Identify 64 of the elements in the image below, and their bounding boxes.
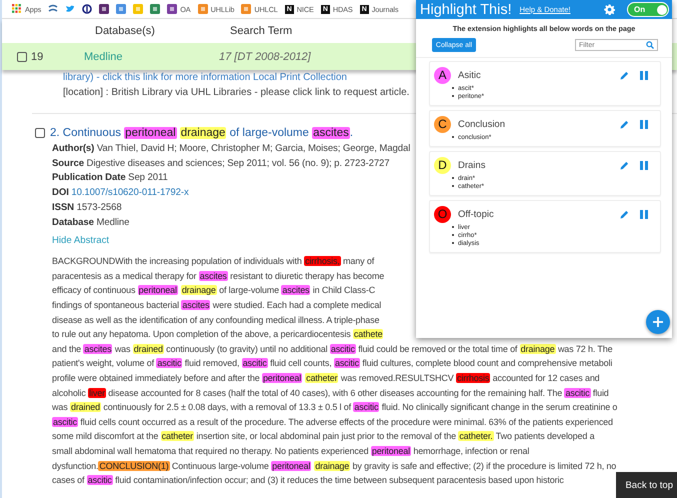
field-value: Medline — [96, 216, 130, 228]
pause-icon[interactable] — [640, 120, 648, 128]
search-term: 17 [DT 2008-2012] — [219, 50, 311, 62]
back-to-top-button[interactable]: Back to top — [616, 472, 677, 498]
abstract-line: efficacy of continuous peritoneal drainage of large-volume ascites in Child Class-C — [52, 284, 376, 298]
abstract-line: some mild discomfort at the catheter insertion site, or local abdominal pain just prior to the removal of the catheter. Two patients developed a — [52, 430, 594, 444]
field-label: Publication Date — [52, 172, 126, 184]
abstract-line: ascitic fluid cells count occurred as a result of the procedure. The adverse effects of the procedure were minimal. 63% of the patients experienced — [52, 416, 613, 429]
add-button[interactable] — [646, 310, 670, 334]
abstract-line: was drained continuously for 2.5 ± 0.08 days, with a removal of 13.3 ± 0.5 l of ascitic fluid. No clinically significant change in the serum creatinine o — [52, 401, 618, 414]
abstract-line: patient's weight, volume of ascitic fluid removed, ascitic fluid cell counts, ascitic fluid cultures, complete blood count and comprehensive metaboli — [52, 357, 612, 370]
square-logo-icon[interactable] — [99, 4, 110, 14]
edit-icon[interactable] — [620, 160, 629, 170]
square-logo-icon[interactable] — [167, 4, 178, 14]
pause-icon[interactable] — [640, 70, 648, 80]
abstract-line: to rule out any hepatoma. Upon completion of the above, a pericardiocentesis cathete — [52, 328, 384, 342]
field-label: DOI — [52, 187, 69, 198]
plus-icon — [653, 317, 663, 327]
field-label: ISSN — [52, 202, 74, 213]
abstract-line: dysfunction.CONCLUSION(1) Continuous large-volume peritoneal drainage by gravity is safe and effective; (2) if the procedure is limited 72 h, no — [52, 460, 616, 473]
field-value: Sep 2011 — [128, 172, 168, 184]
ring-icon[interactable] — [82, 4, 92, 14]
popup-title: Highlight This! — [420, 2, 512, 18]
search-icon[interactable] — [646, 41, 654, 49]
abstract-line: profile were obtained immediately before and after the peritoneal catheter was removed.RESULTSHCV cirrhosis accounted for 12 cases and — [52, 372, 600, 385]
field-label: Author(s) — [52, 143, 94, 154]
pause-icon[interactable] — [640, 160, 648, 170]
abstract-line: cases of ascitic fluid contamination/infection occur; and (3) it reduces the time between subsequent paracentesis based upon historic — [52, 474, 564, 488]
abstract-line: disease as well as the identification of any confounding medical illness. A triple-phase — [52, 314, 380, 327]
field-label: Source — [52, 158, 84, 169]
abstract-line: BACKGROUNDWith the increasing population of individuals with cirrhosis, many of — [52, 255, 374, 268]
edit-icon[interactable] — [620, 120, 629, 128]
swirl-icon[interactable] — [48, 4, 58, 14]
checkbox[interactable] — [17, 52, 27, 62]
field-label: Database — [52, 216, 94, 228]
group-name: Conclusion — [458, 118, 505, 130]
abstract-line: small abdominal wall hematoma that required no therapy. No patients experienced peritoneal hemorrhage, infection or renal — [52, 444, 530, 458]
field-value: Digestive diseases and sciences; Sep 2011; vol. 56 (no. 9); p. 2723-2727 — [86, 158, 390, 169]
pause-icon[interactable] — [640, 210, 648, 218]
abstract-line: and the ascites was drained continuously (to gravity) until no additional ascitic fluid could be removed or the total time of drainage was 72 h. The — [52, 342, 612, 356]
abstract-line: findings of spontaneous bacterial ascites were studied. Each had a complete medical — [52, 299, 382, 312]
abstract-line: alcoholic liver disease accounted for 8 cases (half the total of 40 cases), with 6 other diseases accounting for the remaining half. The ascitic fluid — [52, 386, 609, 400]
article-title-link[interactable]: 2. Continuous peritoneal drainage of large-volume ascites. — [50, 127, 354, 139]
group-letter-badge: C — [434, 116, 451, 132]
column-header: Database(s) — [95, 25, 156, 37]
column-header: Search Term — [230, 25, 292, 37]
settings-icon[interactable] — [604, 4, 615, 15]
group-name: Off-topic — [458, 208, 494, 220]
holdings-note: [location] : British Library via UHL Libraries - please click link to request article. — [63, 87, 410, 98]
group-name: Drains — [458, 160, 486, 170]
field-value: Van Thiel, David H; Moore, Christopher M; Garcia, Moises; George, Magdal — [96, 143, 410, 154]
apps-grid-icon[interactable] — [12, 4, 22, 14]
doi-link[interactable]: 10.1007/s10620-011-1792-x — [71, 187, 189, 198]
group-letter-badge: O — [434, 206, 451, 222]
checkbox[interactable] — [35, 128, 45, 138]
row-number: 19 — [31, 50, 44, 62]
group-letter-badge: A — [434, 66, 451, 84]
field-value: 1573-2568 — [76, 202, 122, 213]
abstract-line: paracentesis as a medical therapy for ascites resistant to diuretic therapy has become — [52, 270, 384, 283]
group-letter-badge: D — [434, 156, 451, 174]
group-name: Asitic — [458, 70, 481, 80]
holdings-link[interactable]: library) - click this link for more information Local Print Collection — [63, 72, 347, 83]
bird-icon[interactable] — [65, 4, 76, 14]
edit-icon[interactable] — [620, 210, 629, 218]
